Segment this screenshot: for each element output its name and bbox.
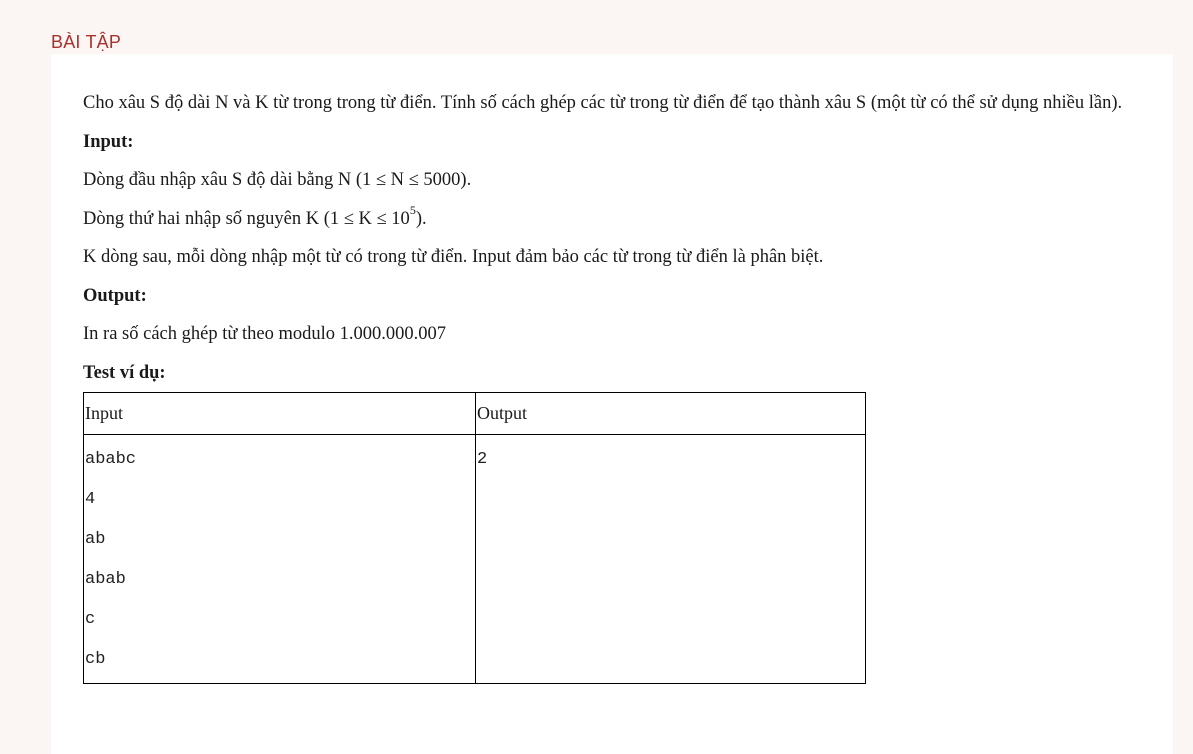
input-heading: Input: (83, 131, 134, 152)
example-input-cell: ababc 4 ab abab c cb (83, 434, 476, 684)
example-input-line: 4 (85, 490, 96, 509)
example-table-header-row: Input Output (83, 392, 866, 435)
example-input-line: ab (85, 530, 106, 549)
example-input-line: c (85, 610, 96, 629)
example-heading: Test ví dụ: (83, 362, 166, 383)
problem-statement: Cho xâu S độ dài N và K từ trong trong t… (83, 93, 1123, 113)
example-output-line: 2 (477, 450, 488, 469)
exponent: 5 (409, 203, 416, 218)
input-line-2-suffix: ). (415, 208, 427, 229)
example-output-cell: 2 (475, 434, 866, 684)
input-line-2: Dòng thứ hai nhập số nguyên K (1 ≤ K ≤ 1… (83, 200, 1163, 239)
output-heading: Output: (83, 285, 147, 306)
example-table-header-input: Input (83, 392, 476, 435)
example-input-line: cb (85, 650, 106, 669)
example-input-line: abab (85, 570, 126, 589)
problem-content: Cho xâu S độ dài N và K từ trong trong t… (83, 84, 1163, 684)
example-table-row: ababc 4 ab abab c cb 2 (83, 434, 866, 684)
example-table: Input Output ababc 4 ab abab c cb 2 (83, 392, 866, 684)
section-title: BÀI TẬP (51, 32, 122, 52)
example-input-line: ababc (85, 450, 137, 469)
input-line-1: Dòng đầu nhập xâu S độ dài bằng N (1 ≤ N… (83, 170, 472, 190)
problem-card: Cho xâu S độ dài N và K từ trong trong t… (51, 54, 1173, 754)
output-line-1: In ra số cách ghép từ theo modulo 1.000.… (83, 324, 446, 344)
example-table-header-output: Output (475, 392, 866, 435)
input-line-2-text: Dòng thứ hai nhập số nguyên K (1 ≤ K ≤ 1… (83, 208, 410, 229)
input-line-3: K dòng sau, mỗi dòng nhập một từ có tron… (83, 247, 824, 267)
